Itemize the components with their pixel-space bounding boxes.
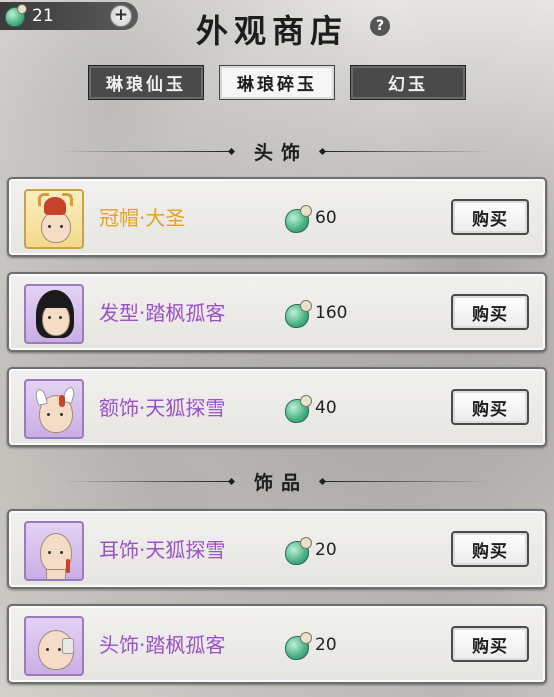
currency-bar: 21 + [0,2,138,30]
page-title: 外观商店 [196,12,349,50]
section-header-accessories: 饰品 [0,469,554,494]
price-value: 20 [315,540,337,560]
item-portrait-icon [24,379,84,439]
add-currency-button[interactable]: + [110,5,132,27]
buy-button[interactable]: 购买 [451,626,529,662]
item-price: 160 [281,296,347,330]
jade-fish-icon [281,533,315,567]
jade-fish-icon [2,3,28,29]
divider [61,480,232,482]
item-portrait-icon [24,616,84,676]
tab-huanyu[interactable]: 幻玉 [350,65,466,100]
item-price: 20 [281,628,337,662]
currency-value: 21 [32,6,54,26]
item-price: 40 [281,391,337,425]
item-portrait-icon [24,521,84,581]
item-price: 20 [281,533,337,567]
buy-button[interactable]: 购买 [451,531,529,567]
divider [61,150,232,152]
list-item: 头饰·踏枫孤客 20 购买 [7,604,547,684]
section-header-headwear: 头饰 [0,139,554,164]
divider [322,480,492,482]
buy-button[interactable]: 购买 [451,294,529,330]
price-value: 60 [315,208,337,228]
price-value: 40 [315,398,337,418]
item-price: 60 [281,201,337,235]
divider [322,150,492,152]
tab-linlang-suiyu[interactable]: 琳琅碎玉 [219,65,335,100]
buy-button[interactable]: 购买 [451,199,529,235]
jade-fish-icon [281,201,315,235]
list-item: 耳饰·天狐探雪 20 购买 [7,509,547,589]
item-name: 冠帽·大圣 [99,206,186,230]
list-item: 额饰·天狐探雪 40 购买 [7,367,547,447]
jade-fish-icon [281,391,315,425]
item-name: 额饰·天狐探雪 [99,396,226,420]
item-name: 头饰·踏枫孤客 [99,633,226,657]
item-portrait-icon [24,284,84,344]
jade-fish-icon [281,628,315,662]
section-title: 头饰 [253,141,308,164]
item-portrait-icon [24,189,84,249]
buy-button[interactable]: 购买 [451,389,529,425]
list-item: 冠帽·大圣 60 购买 [7,177,547,257]
section-title: 饰品 [253,471,308,494]
item-name: 耳饰·天狐探雪 [99,538,226,562]
list-item: 发型·踏枫孤客 160 购买 [7,272,547,352]
jade-fish-icon [281,296,315,330]
tab-linlang-xianyu[interactable]: 琳琅仙玉 [88,65,204,100]
price-value: 160 [315,303,348,323]
item-name: 发型·踏枫孤客 [99,301,226,325]
price-value: 20 [315,635,337,655]
help-button[interactable]: ? [370,16,390,36]
